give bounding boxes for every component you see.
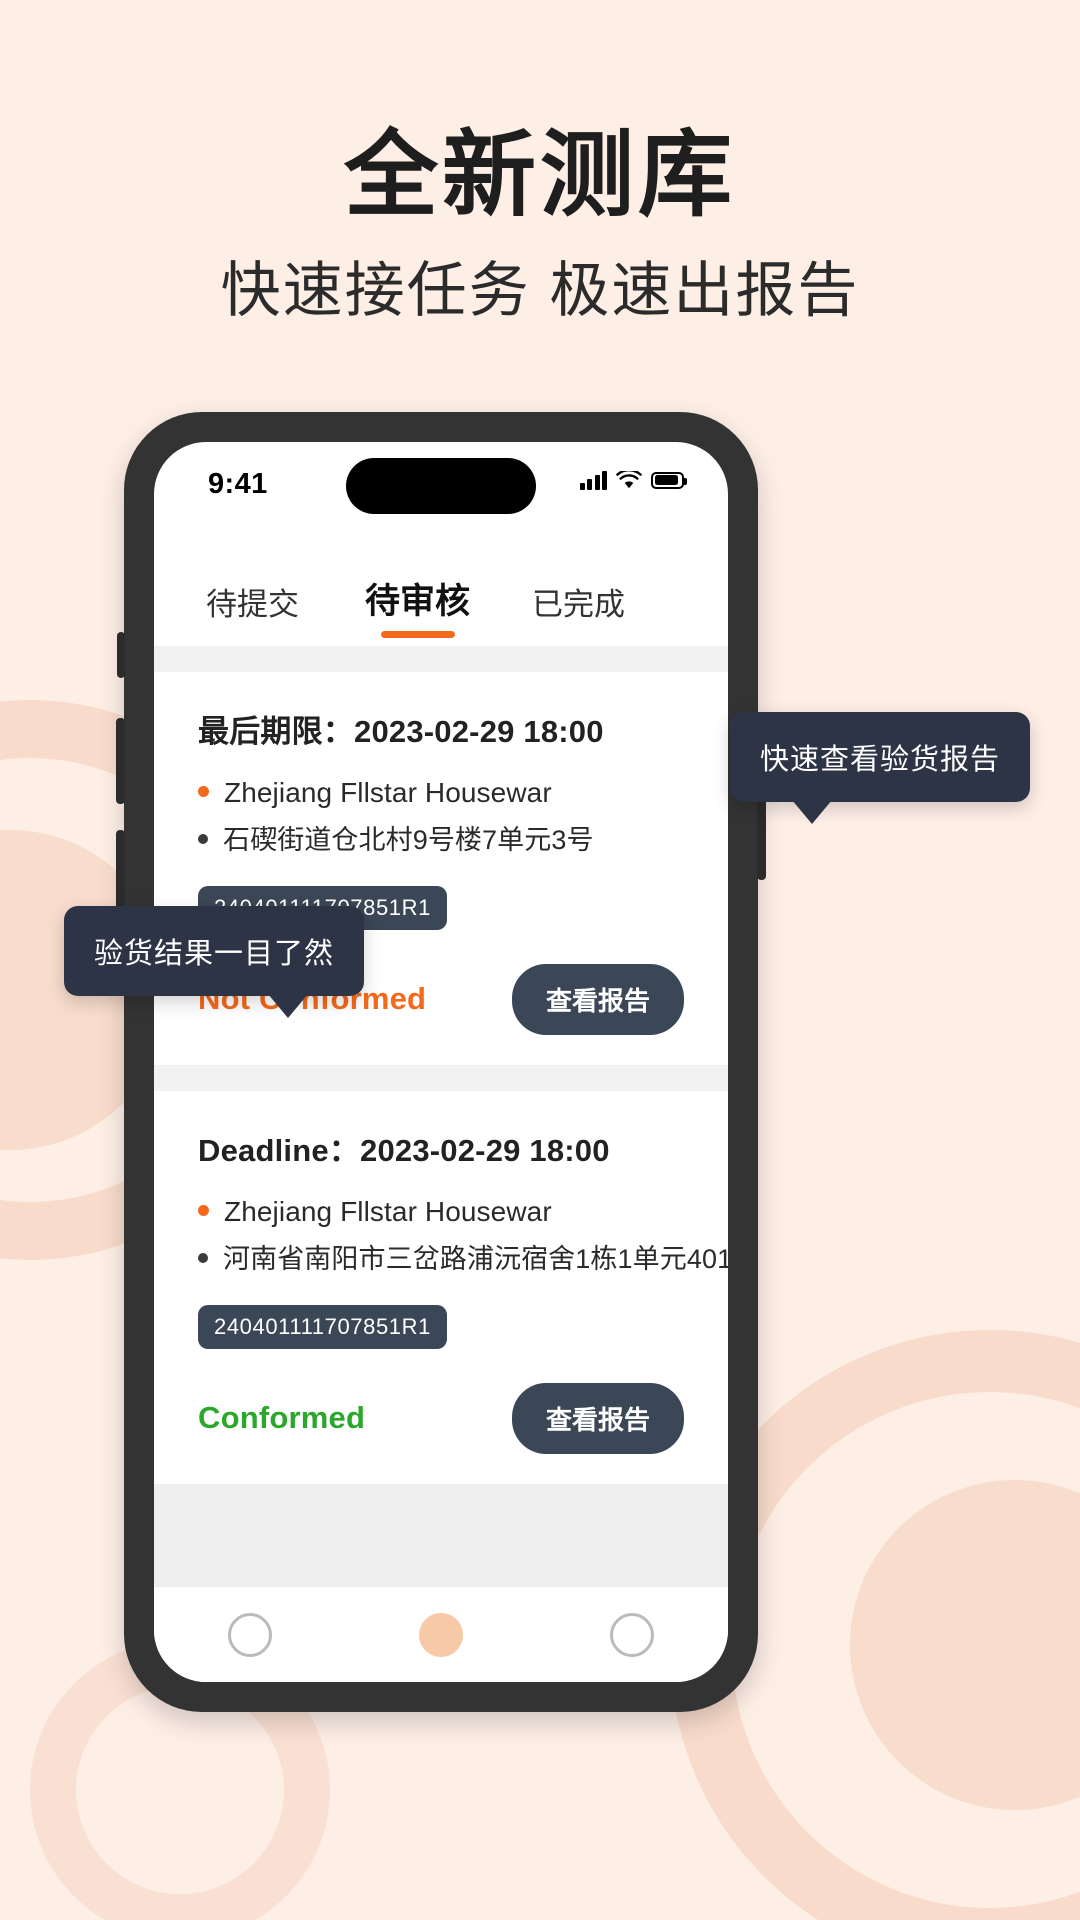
card-deadline: 最后期限：2023-02-29 18:00 [198, 714, 604, 749]
card-company-row: Zhejiang Fllstar Housewar [198, 1194, 684, 1229]
tab-pending-review[interactable]: 待审核 [365, 573, 470, 646]
bullet-icon [198, 1252, 208, 1263]
phone-mockup: 9:41 待提交 待审核 已完成 最后期限：2023-02-29 18:00 Z… [116, 412, 766, 1712]
tab-bar: 待提交 待审核 已完成 [154, 526, 728, 646]
tooltip-inspection-result-text: 验货结果一目了然 [94, 938, 335, 970]
view-report-button[interactable]: 查看报告 [511, 1382, 684, 1454]
tooltip-inspection-result: 验货结果一目了然 [64, 906, 365, 1018]
card-company-row: Zhejiang Fllstar Housewar [198, 775, 684, 810]
phone-screen: 9:41 待提交 待审核 已完成 最后期限：2023-02-29 18:00 Z… [154, 442, 728, 1682]
card-deadline: Deadline：2023-02-29 18:00 [198, 1132, 610, 1168]
tab-pending-submit[interactable]: 待提交 [206, 579, 299, 646]
mute-switch[interactable] [117, 632, 125, 678]
tooltip-arrow-icon [268, 994, 309, 1018]
nav-item-profile[interactable] [602, 1605, 662, 1665]
section-divider [154, 646, 728, 672]
card-address: 石碶街道仓北村9号楼7单元3号 [223, 825, 594, 855]
status-badge: Conformed [198, 1400, 366, 1435]
promo-screen: 全新测库 快速接任务 极速出报告 9:41 待提交 待审核 已完成 最后期限：2… [0, 0, 1080, 1920]
task-card[interactable]: Deadline：2023-02-29 18:00 Zhejiang Fllst… [154, 1090, 728, 1484]
nav-item-task[interactable] [411, 1605, 471, 1665]
profile-icon [610, 1612, 655, 1657]
dynamic-island [346, 458, 536, 514]
tooltip-arrow-icon [791, 800, 832, 824]
tab-completed[interactable]: 已完成 [532, 579, 625, 646]
battery-icon [651, 471, 687, 489]
view-report-button[interactable]: 查看报告 [511, 963, 684, 1035]
bullet-icon [198, 786, 209, 797]
order-id-badge: 240401111707851R1 [198, 1304, 447, 1349]
task-icon [418, 1612, 463, 1657]
page-title: 全新测库 [343, 122, 736, 227]
status-bar: 9:41 [154, 442, 728, 526]
card-company: Zhejiang Fllstar Housewar [224, 777, 552, 808]
bullet-icon [198, 1204, 209, 1216]
page-subtitle: 快速接任务 极速出报告 [220, 257, 860, 324]
cellular-signal-icon [579, 470, 607, 490]
home-icon [227, 1612, 272, 1657]
card-gap [154, 1064, 728, 1091]
bottom-nav-bar [154, 1586, 728, 1682]
status-bar-time: 9:41 [208, 468, 268, 500]
wifi-icon [616, 470, 642, 488]
tooltip-view-report-text: 快速查看验货报告 [759, 744, 1000, 776]
card-address-row: 石碶街道仓北村9号楼7单元3号 [198, 824, 684, 858]
card-footer: Conformed 查看报告 [198, 1382, 684, 1454]
volume-up-button[interactable] [116, 718, 125, 804]
status-bar-indicators [579, 470, 687, 490]
card-address-row: 河南省南阳市三岔路浦沅宿舍1栋1单元401室 [198, 1243, 728, 1277]
card-company: Zhejiang Fllstar Housewar [224, 1195, 552, 1227]
nav-item-home[interactable] [220, 1605, 280, 1665]
volume-down-button[interactable] [116, 830, 125, 916]
task-card[interactable]: 最后期限：2023-02-29 18:00 Zhejiang Fllstar H… [154, 672, 728, 1065]
bullet-icon [198, 834, 208, 844]
tooltip-view-report: 快速查看验货报告 [729, 712, 1030, 824]
card-address: 河南省南阳市三岔路浦沅宿舍1栋1单元401室 [223, 1243, 728, 1274]
